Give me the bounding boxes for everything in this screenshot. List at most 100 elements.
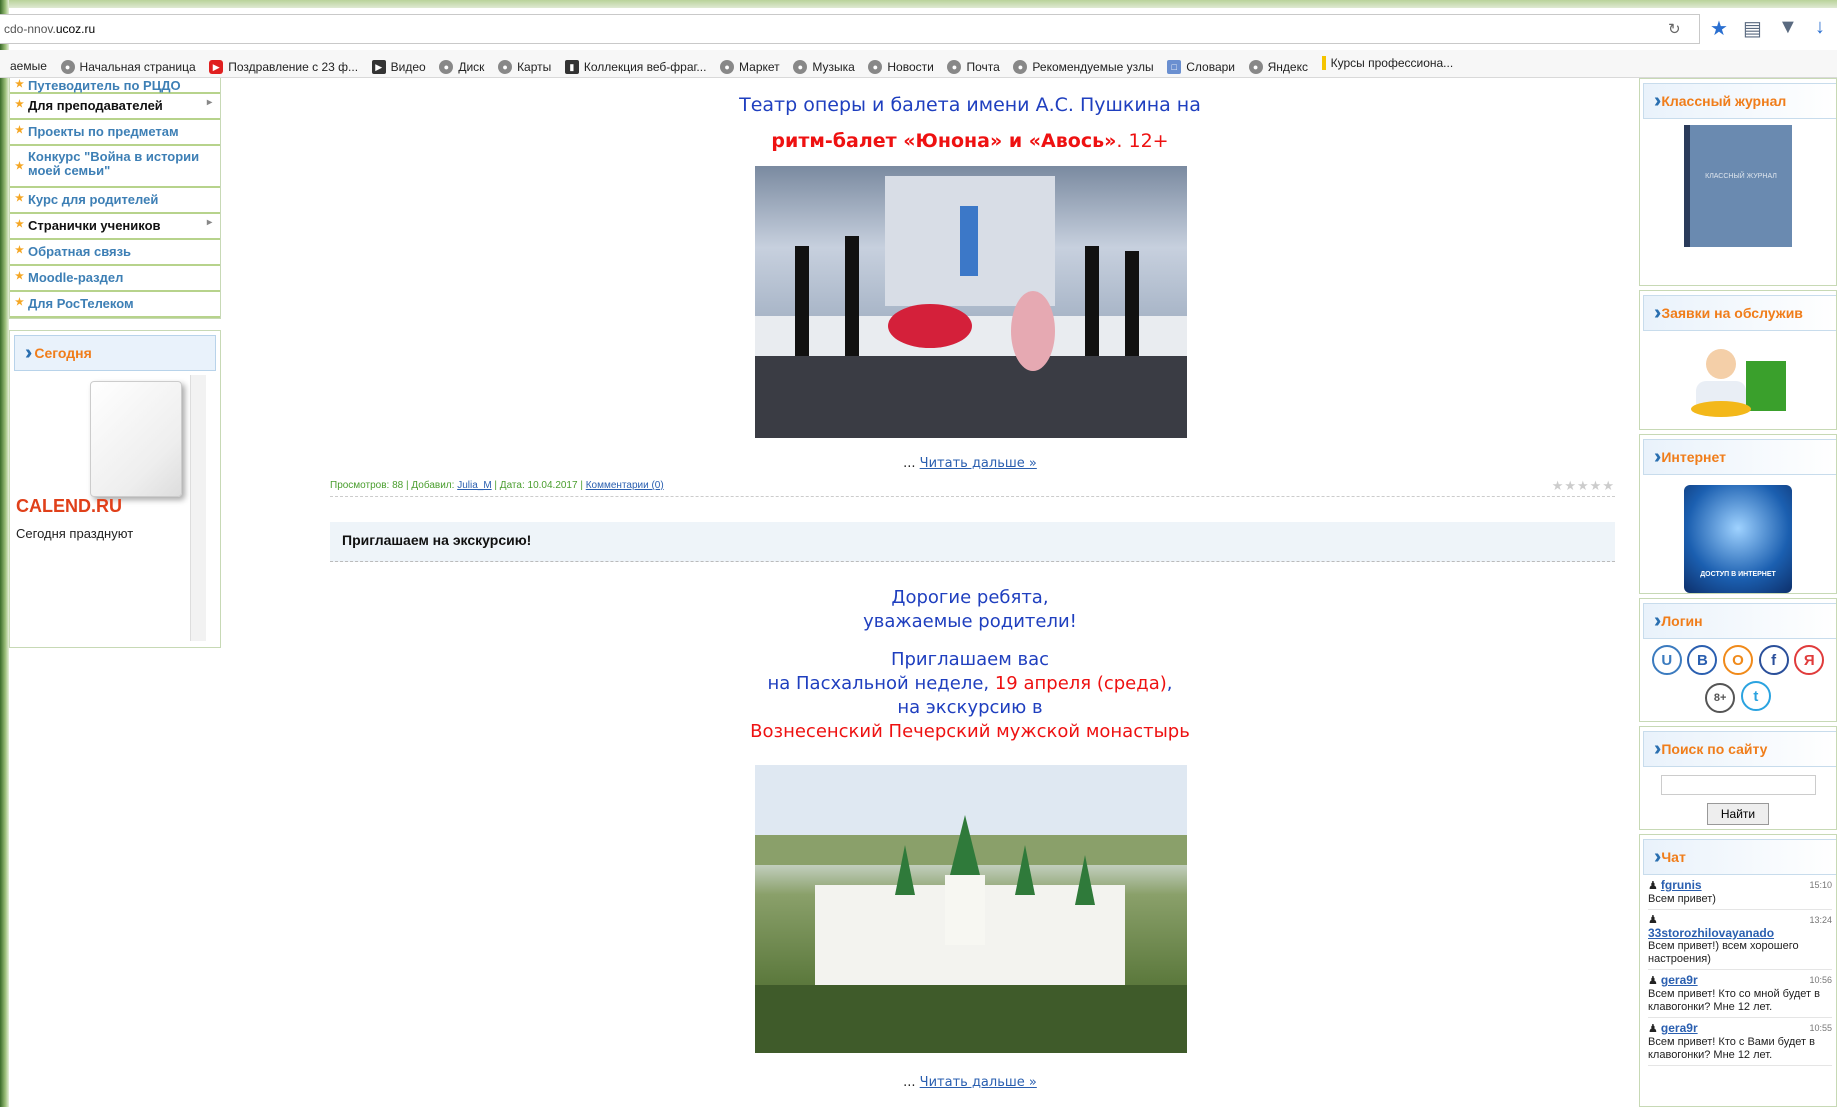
post2-invitation: Приглашаем вас на Пасхальной неделе, 19 … (750, 649, 1190, 742)
reading-list-icon[interactable]: ▤ (1743, 16, 1762, 41)
post1-title-line2: ритм-балет «Юнона» и «Авось». 12+ (325, 130, 1615, 152)
bookmark-item[interactable]: ● Маркет (720, 60, 780, 74)
chat-widget: ›› Чат 15:10 ♟ fgrunis Всем привет) 13:24 ♟ 3… (1639, 834, 1837, 1107)
post2-heading[interactable]: Приглашаем на экскурсию! (330, 522, 1615, 562)
window-left-decoration (0, 0, 9, 1107)
service-requests-widget: ›› Заявки на обслужив (1639, 290, 1837, 430)
today-holidays-label: Сегодня празднуют (16, 526, 134, 541)
star-bullet-icon: ★ (15, 125, 24, 136)
menu-item-feedback[interactable]: ★ Обратная связь (10, 240, 220, 266)
facebook-login-icon[interactable]: f (1758, 645, 1789, 675)
chat-message: 10:55 ♟ gera9r Всем привет! Кто с Вами буд… (1648, 1022, 1832, 1066)
bookmark-star-icon[interactable]: ★ (1710, 16, 1728, 41)
user-icon: ♟ (1648, 1023, 1661, 1035)
star-bullet-icon: ★ (15, 297, 24, 308)
technician-image[interactable] (1686, 341, 1791, 421)
menu-item-contest[interactable]: ★ Конкурс "Война в истории моей семьи" (10, 146, 220, 188)
internet-banner[interactable]: ДОСТУП В ИНТЕРНЕТ (1684, 485, 1792, 593)
menu-item-teachers[interactable]: ★ Для преподавателей ▸ (10, 94, 220, 120)
pocket-icon[interactable]: ▼ (1778, 16, 1798, 39)
chat-username[interactable]: 33storozhilovayanado (1648, 927, 1832, 940)
chat-message: 13:24 ♟ 33storozhilovayanado Всем привет!) … (1648, 914, 1832, 970)
download-icon[interactable]: ↓ (1815, 16, 1825, 39)
submenu-arrow-icon: ▸ (206, 97, 212, 108)
star-bullet-icon: ★ (15, 99, 24, 110)
bookmark-item[interactable]: ▮ Коллекция веб-фраг... (564, 60, 706, 74)
post2-read-more: ... Читать дальше » (903, 1075, 1037, 1090)
globe-icon: ● (60, 60, 75, 74)
bookmark-item[interactable]: ● Начальная страница (60, 60, 196, 74)
double-chevron-icon: ›› (1654, 89, 1663, 112)
journal-widget-header: ›› Классный журнал (1643, 83, 1836, 119)
bookmark-item[interactable]: ● Яндекс (1248, 60, 1308, 74)
bookmark-item[interactable]: ● Музыка (793, 60, 855, 74)
globe-icon: ● (1013, 60, 1028, 74)
bookmark-item[interactable]: ▶ Поздравление с 23 ф... (209, 60, 358, 74)
video-icon: ▶ (371, 60, 386, 74)
ballet-photo (755, 166, 1187, 438)
bookmark-item[interactable]: ● Новости (868, 60, 934, 74)
login-widget-header: ›› Логин (1643, 603, 1836, 639)
post1-rating-stars[interactable]: ★★★★★ (1552, 478, 1615, 494)
calend-logo[interactable]: CALEND.RU (16, 496, 122, 517)
vk-login-icon[interactable]: B (1687, 645, 1718, 675)
post1-read-more-link[interactable]: Читать дальше » (920, 456, 1037, 471)
user-icon: ♟ (1648, 914, 1658, 926)
bookmark-item[interactable]: Курсы профессиона... (1321, 56, 1453, 70)
menu-item-rostelecom[interactable]: ★ Для РосТелеком (10, 292, 220, 318)
chat-username[interactable]: gera9r (1661, 1021, 1698, 1035)
chat-message: 10:56 ♟ gera9r Всем привет! Кто со мной бу… (1648, 974, 1832, 1018)
left-nav-menu: ★ Путеводитель по РЦДО ★ Для преподавателе… (9, 78, 221, 319)
submenu-arrow-icon: ▸ (206, 217, 212, 228)
post2-read-more-link[interactable]: Читать дальше » (920, 1075, 1037, 1090)
bookmark-item[interactable]: аемые (10, 59, 47, 73)
post-divider (330, 496, 1615, 497)
collection-icon: ▮ (564, 60, 579, 74)
globe-icon: ● (439, 60, 454, 74)
globe-icon: ● (720, 60, 735, 74)
globe-icon: ● (498, 60, 513, 74)
post1-author-link[interactable]: Julia_M (457, 480, 491, 491)
journal-cover-image[interactable]: КЛАССНЫЙ ЖУРНАЛ (1684, 125, 1792, 247)
globe-icon: ● (793, 60, 808, 74)
menu-item-moodle[interactable]: ★ Moodle-раздел (10, 266, 220, 292)
double-chevron-icon: ›› (1654, 737, 1663, 760)
today-widget: ›› Сегодня CALEND.RU Сегодня празднуют (9, 330, 221, 648)
search-widget-header: ›› Поиск по сайту (1643, 731, 1836, 767)
post1-comments-link[interactable]: Комментарии (0) (586, 480, 664, 491)
bookmark-item[interactable]: □ Словари (1167, 60, 1235, 74)
site-search-button[interactable]: Найти (1707, 803, 1769, 825)
star-bullet-icon: ★ (15, 79, 24, 90)
bookmark-item[interactable]: ● Карты (498, 60, 551, 74)
address-bar[interactable]: cdo-nnov.ucoz.ru ↻ (0, 14, 1700, 44)
menu-item-projects[interactable]: ★ Проекты по предметам (10, 120, 220, 146)
internet-widget-header: ›› Интернет (1643, 439, 1836, 475)
bookmark-item[interactable]: ● Рекомендуемые узлы (1013, 60, 1154, 74)
menu-item-parents-course[interactable]: ★ Курс для родителей (10, 188, 220, 214)
bookmark-item[interactable]: ● Почта (947, 60, 1000, 74)
yandex-login-icon[interactable]: Я (1794, 645, 1825, 675)
ucoz-login-icon[interactable]: U (1651, 645, 1682, 675)
bookmark-item[interactable]: ● Диск (439, 60, 484, 74)
user-icon: ♟ (1648, 975, 1661, 987)
twitter-login-icon[interactable]: t (1740, 681, 1771, 711)
post2-greeting: Дорогие ребята, уважаемые родители! (863, 587, 1077, 632)
dictionary-icon: □ (1167, 60, 1182, 74)
google-plus-login-icon[interactable]: 8+ (1705, 682, 1736, 713)
monastery-photo (755, 765, 1187, 1053)
browser-window: cdo-nnov.ucoz.ru ↻ ★ ▤ ▼ ↓ аемые ● Началь… (0, 0, 1837, 1107)
menu-item-student-pages[interactable]: ★ Странички учеников ▸ (10, 214, 220, 240)
site-search-input[interactable] (1660, 775, 1816, 795)
odnoklassniki-login-icon[interactable]: О (1723, 645, 1753, 675)
post1-title-tail: . 12+ (1116, 130, 1169, 152)
widget-scrollbar[interactable] (190, 375, 206, 641)
chat-username[interactable]: fgrunis (1661, 878, 1702, 892)
menu-item-guide[interactable]: ★ Путеводитель по РЦДО (10, 78, 220, 94)
chat-username[interactable]: gera9r (1661, 973, 1698, 987)
bookmark-item[interactable]: ▶ Видео (371, 60, 426, 74)
reload-icon[interactable]: ↻ (1668, 20, 1681, 38)
bookmarks-bar: аемые ● Начальная страница ▶ Поздравление … (0, 50, 1837, 78)
main-content: Театр оперы и балета имени А.С. Пушкина … (325, 78, 1615, 1107)
post1-title-highlight: ритм-балет «Юнона» и «Авось» (771, 130, 1117, 152)
chat-widget-header: ›› Чат (1643, 839, 1836, 875)
